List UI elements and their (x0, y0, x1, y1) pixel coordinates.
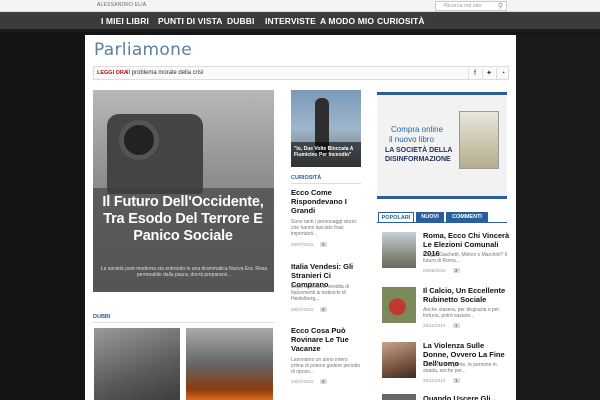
dubbi-thumbnail-1[interactable] (94, 328, 180, 400)
nav-item-miei-libri[interactable]: I MIEI LIBRI (101, 16, 149, 26)
search-input[interactable]: Ricerca nel sito (444, 3, 482, 9)
search-icon[interactable]: ⚲ (498, 2, 503, 11)
nav-item-curiosita[interactable]: CURIOSITÀ (377, 16, 425, 26)
featured-article[interactable]: Il Futuro Dell'Occidente, Tra Esodo Del … (93, 90, 274, 292)
right-gutter (516, 35, 600, 400)
curiosita-article-title[interactable]: Ecco Cosa Può Rovinare Le Tue Vacanze (291, 326, 363, 353)
book-ad-banner[interactable]: Compra online il nuovo libro LA SOCIETÀ … (377, 92, 507, 196)
section-label-dubbi[interactable]: DUBBI (93, 314, 110, 320)
article-date: 25/11/2013 (423, 323, 446, 328)
nav-item-a-modo-mio[interactable]: A MODO MIO (320, 16, 374, 26)
article-date: 03/06/2016 (423, 268, 446, 273)
featured-title[interactable]: Il Futuro Dell'Occidente, Tra Esodo Del … (97, 194, 269, 245)
section-label-curiosita[interactable]: CURIOSITÀ (291, 175, 321, 181)
top-bar: ALESSANDRO ELIA (0, 0, 600, 12)
curiosita-caption[interactable]: "Io, Due Volte Bloccata A Fiumicino Per … (294, 146, 358, 158)
tab-underline (377, 222, 507, 223)
gun-muzzle (119, 120, 159, 160)
search-box[interactable]: Ricerca nel sito ⚲ (435, 1, 507, 11)
comment-count[interactable]: 0 (320, 379, 327, 384)
author-name: ALESSANDRO ELIA (97, 2, 147, 8)
ticker-link[interactable]: Il problema morale della crisi (127, 70, 203, 76)
curiosita-featured-image[interactable]: "Io, Due Volte Bloccata A Fiumicino Per … (291, 90, 361, 167)
curiosita-article-summary: Dopo la recente vendita di Italcementi a… (291, 284, 350, 302)
popular-thumbnail[interactable] (382, 394, 416, 400)
article-date: 29/07/2015 (291, 307, 314, 312)
curiosita-article-title[interactable]: Ecco Come Rispondevano I Grandi (291, 188, 363, 215)
popular-title[interactable]: Quando Uscere Gli... (423, 394, 511, 400)
popular-title[interactable]: Il Calcio, Un Eccellente Rubinetto Socia… (423, 286, 511, 304)
curiosita-article-summary: Sono tanti i personaggi storici che hann… (291, 219, 357, 237)
popular-summary: Anche stasera, per disgrazia o per fortu… (423, 307, 500, 319)
popular-thumbnail[interactable] (382, 287, 416, 323)
rss-icon[interactable]: ◔ (496, 68, 509, 79)
comment-count[interactable]: 1 (453, 378, 460, 383)
popular-summary: Raggi, Giachetti, Meloni o Marchini? Il … (423, 252, 508, 264)
book-cover-image (459, 111, 499, 169)
twitter-icon[interactable]: ✦ (482, 68, 495, 79)
section-divider (93, 322, 274, 323)
nav-item-punti-di-vista[interactable]: PUNTI DI VISTA (158, 16, 223, 26)
facebook-icon[interactable]: f (468, 68, 481, 79)
article-date: 24/07/2015 (291, 379, 314, 384)
popular-summary: Osservare la gente, le persone in strada… (423, 362, 497, 374)
news-ticker: LEGGI ORA Il problema morale della crisi… (93, 66, 509, 80)
article-date: 26/11/2013 (423, 378, 446, 383)
comment-count[interactable]: 2 (453, 268, 460, 273)
section-divider (291, 183, 361, 184)
comment-count[interactable]: 0 (320, 242, 327, 247)
nav-item-dubbi[interactable]: DUBBI (227, 16, 254, 26)
ad-book-title: LA SOCIETÀ DELLA (385, 147, 453, 154)
dubbi-thumbnail-2[interactable] (186, 328, 273, 400)
ad-book-title: DISINFORMAZIONE (385, 156, 451, 163)
gun-image (107, 114, 203, 194)
ad-line: Compra online (391, 125, 444, 134)
featured-summary: La società post-moderna sta entrando in … (100, 266, 268, 278)
popular-thumbnail[interactable] (382, 342, 416, 378)
main-nav: I MIEI LIBRI PUNTI DI VISTA DUBBI INTERV… (0, 12, 600, 32)
ticker-label: LEGGI ORA (97, 70, 128, 76)
comment-count[interactable]: 0 (320, 307, 327, 312)
popular-thumbnail[interactable] (382, 232, 416, 268)
ad-line: il nuovo libro (389, 135, 434, 144)
nav-item-interviste[interactable]: INTERVISTE (265, 16, 316, 26)
curiosita-article-summary: Lavoriamo un anno intero prima di poters… (291, 357, 361, 375)
article-date: 30/07/2015 (291, 242, 314, 247)
widget-divider (377, 196, 507, 199)
site-logo[interactable]: Parliamone (94, 40, 192, 60)
comment-count[interactable]: 1 (453, 323, 460, 328)
